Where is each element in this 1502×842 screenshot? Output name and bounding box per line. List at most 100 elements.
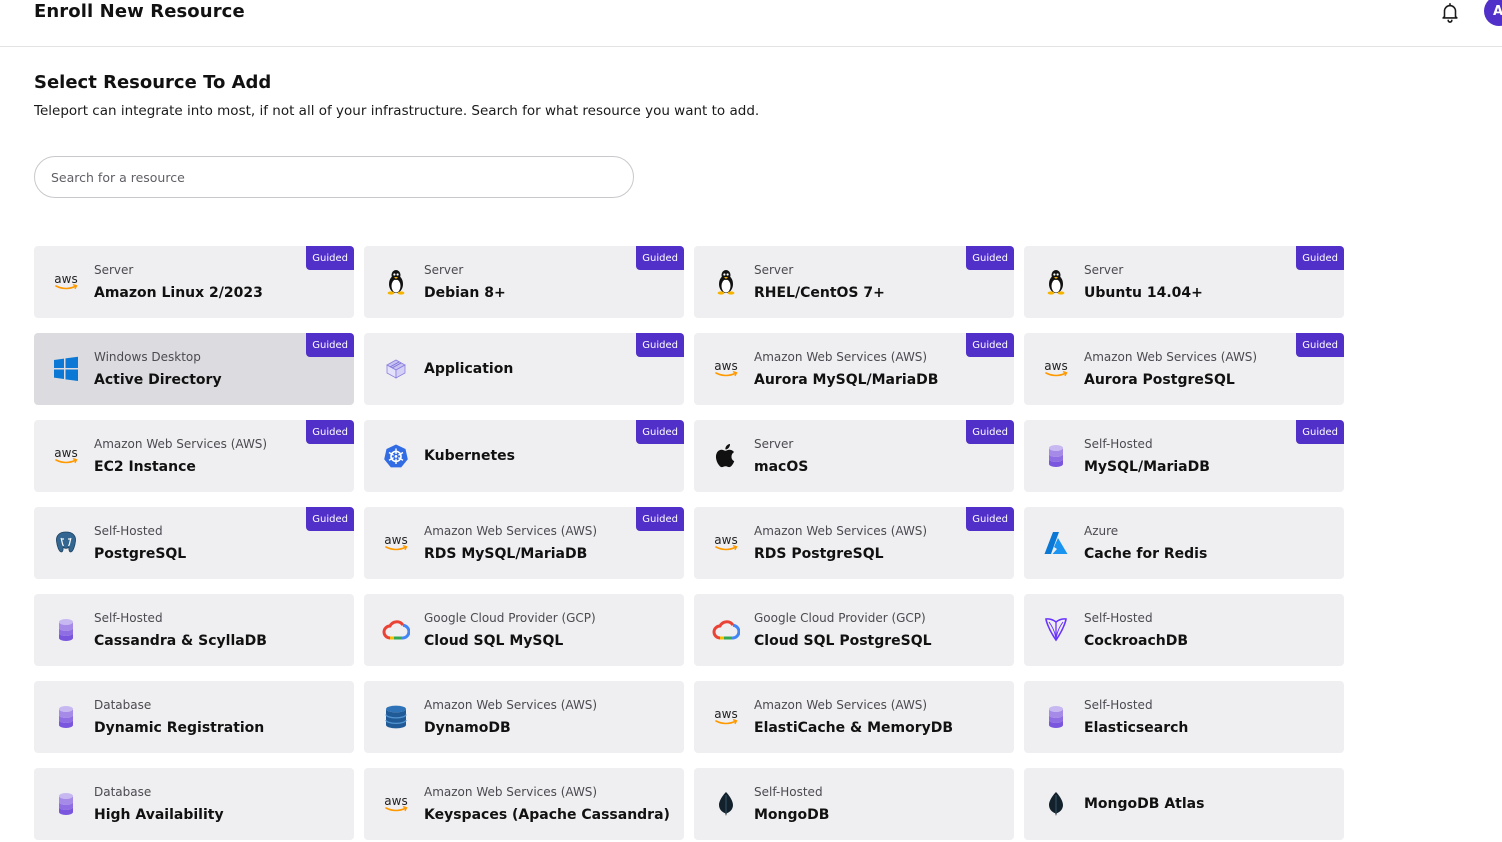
svg-text:aws: aws: [384, 794, 407, 808]
resource-card[interactable]: Self-Hosted CockroachDB: [1024, 594, 1344, 666]
aws-icon: aws: [712, 355, 740, 383]
resource-card-text: Windows Desktop Active Directory: [94, 333, 314, 405]
database-icon: [1042, 442, 1070, 470]
resource-card[interactable]: Server Ubuntu 14.04+ Guided: [1024, 246, 1344, 318]
resource-name: MongoDB Atlas: [1084, 796, 1205, 812]
resource-card[interactable]: Database Dynamic Registration: [34, 681, 354, 753]
azure-icon: [1042, 529, 1070, 557]
resource-name: Aurora MySQL/MariaDB: [754, 372, 939, 388]
resource-name: RDS MySQL/MariaDB: [424, 546, 588, 562]
resource-kind: Amazon Web Services (AWS): [424, 524, 598, 538]
resource-kind: Self-Hosted: [94, 611, 163, 625]
database-icon: [52, 703, 80, 731]
resource-name: RDS PostgreSQL: [754, 546, 884, 562]
guided-badge: Guided: [636, 420, 684, 444]
resource-card[interactable]: MongoDB Atlas: [1024, 768, 1344, 840]
aws-icon: aws: [712, 529, 740, 557]
resource-kind: Server: [94, 263, 134, 277]
resource-name: Amazon Linux 2/2023: [94, 285, 263, 301]
resource-name: Aurora PostgreSQL: [1084, 372, 1235, 388]
resource-name: Kubernetes: [424, 448, 515, 464]
resource-card[interactable]: aws Amazon Web Services (AWS) ElastiCache…: [694, 681, 1014, 753]
guided-badge: Guided: [1296, 420, 1344, 444]
resource-card-text: Amazon Web Services (AWS) ElastiCache & M…: [754, 681, 974, 753]
resource-card[interactable]: Google Cloud Provider (GCP) Cloud SQL MyS…: [364, 594, 684, 666]
resource-card[interactable]: Azure Cache for Redis: [1024, 507, 1344, 579]
resource-card-text: Amazon Web Services (AWS) DynamoDB: [424, 681, 644, 753]
resource-card[interactable]: Windows Desktop Active Directory Guided: [34, 333, 354, 405]
resource-card[interactable]: Server macOS Guided: [694, 420, 1014, 492]
resource-name: MySQL/MariaDB: [1084, 459, 1210, 475]
resource-card-text: Application: [424, 333, 644, 405]
guided-badge: Guided: [966, 420, 1014, 444]
resource-kind: Amazon Web Services (AWS): [424, 698, 598, 712]
resource-card[interactable]: aws Amazon Web Services (AWS) Keyspaces (…: [364, 768, 684, 840]
resource-name: Debian 8+: [424, 285, 506, 301]
resource-card[interactable]: Self-Hosted MongoDB: [694, 768, 1014, 840]
guided-badge: Guided: [306, 507, 354, 531]
resource-card[interactable]: Amazon Web Services (AWS) DynamoDB: [364, 681, 684, 753]
resource-card-text: Database High Availability: [94, 768, 314, 840]
resource-card[interactable]: aws Amazon Web Services (AWS) EC2 Instanc…: [34, 420, 354, 492]
resource-card[interactable]: Server Debian 8+ Guided: [364, 246, 684, 318]
resource-card[interactable]: Server RHEL/CentOS 7+ Guided: [694, 246, 1014, 318]
resource-card-text: Server macOS: [754, 420, 974, 492]
resource-kind: Amazon Web Services (AWS): [1084, 350, 1258, 364]
resource-card-text: Self-Hosted Cassandra & ScyllaDB: [94, 594, 314, 666]
kubernetes-icon: [382, 442, 410, 470]
svg-text:aws: aws: [714, 359, 737, 373]
user-avatar[interactable]: A: [1484, 0, 1502, 26]
aws-icon: aws: [712, 703, 740, 731]
resource-kind: Self-Hosted: [94, 524, 163, 538]
svg-text:aws: aws: [54, 272, 77, 286]
cockroach-icon: [1042, 616, 1070, 644]
resource-card-text: Google Cloud Provider (GCP) Cloud SQL Pos…: [754, 594, 974, 666]
resource-card-text: Google Cloud Provider (GCP) Cloud SQL MyS…: [424, 594, 644, 666]
resource-card[interactable]: aws Amazon Web Services (AWS) Aurora Post…: [1024, 333, 1344, 405]
resource-card[interactable]: Self-Hosted Cassandra & ScyllaDB: [34, 594, 354, 666]
resource-name: macOS: [754, 459, 809, 475]
resource-card-text: MongoDB Atlas: [1084, 768, 1304, 840]
resource-card[interactable]: aws Amazon Web Services (AWS) RDS Postgre…: [694, 507, 1014, 579]
resource-card[interactable]: Database High Availability: [34, 768, 354, 840]
resource-kind: Self-Hosted: [1084, 611, 1153, 625]
top-bar: Enroll New Resource A: [0, 0, 1502, 47]
linux-icon: [1042, 268, 1070, 296]
resource-search-input[interactable]: [34, 156, 634, 198]
resource-kind: Amazon Web Services (AWS): [94, 437, 268, 451]
resource-card[interactable]: Self-Hosted Elasticsearch: [1024, 681, 1344, 753]
guided-badge: Guided: [306, 333, 354, 357]
resource-card[interactable]: Google Cloud Provider (GCP) Cloud SQL Pos…: [694, 594, 1014, 666]
resource-card-text: Server Ubuntu 14.04+: [1084, 246, 1304, 318]
resource-name: Ubuntu 14.04+: [1084, 285, 1203, 301]
resource-name: Elasticsearch: [1084, 720, 1189, 736]
svg-text:aws: aws: [384, 533, 407, 547]
aws-icon: aws: [52, 442, 80, 470]
resource-card[interactable]: Self-Hosted MySQL/MariaDB Guided: [1024, 420, 1344, 492]
resource-kind: Database: [94, 698, 152, 712]
resource-card[interactable]: Self-Hosted PostgreSQL Guided: [34, 507, 354, 579]
resource-card-text: Amazon Web Services (AWS) Aurora MySQL/Ma…: [754, 333, 974, 405]
resource-card-text: Server RHEL/CentOS 7+: [754, 246, 974, 318]
database-icon: [52, 790, 80, 818]
svg-text:aws: aws: [1044, 359, 1067, 373]
resource-card[interactable]: aws Amazon Web Services (AWS) Aurora MySQ…: [694, 333, 1014, 405]
resource-kind: Amazon Web Services (AWS): [754, 698, 928, 712]
resource-card-text: Self-Hosted MySQL/MariaDB: [1084, 420, 1304, 492]
resource-card-text: Amazon Web Services (AWS) Aurora PostgreS…: [1084, 333, 1304, 405]
resource-card-text: Self-Hosted Elasticsearch: [1084, 681, 1304, 753]
page-title: Enroll New Resource: [34, 1, 245, 22]
resource-card[interactable]: Kubernetes Guided: [364, 420, 684, 492]
resource-card[interactable]: aws Amazon Web Services (AWS) RDS MySQL/M…: [364, 507, 684, 579]
guided-badge: Guided: [306, 246, 354, 270]
resource-card[interactable]: Application Guided: [364, 333, 684, 405]
resource-card-text: Azure Cache for Redis: [1084, 507, 1304, 579]
resource-kind: Server: [754, 263, 794, 277]
resource-card[interactable]: aws Server Amazon Linux 2/2023 Guided: [34, 246, 354, 318]
notification-bell-icon[interactable]: [1439, 1, 1461, 23]
resource-name: MongoDB: [754, 807, 830, 823]
resource-name: RHEL/CentOS 7+: [754, 285, 885, 301]
resource-kind: Windows Desktop: [94, 350, 201, 364]
guided-badge: Guided: [306, 420, 354, 444]
resource-kind: Amazon Web Services (AWS): [424, 785, 598, 799]
